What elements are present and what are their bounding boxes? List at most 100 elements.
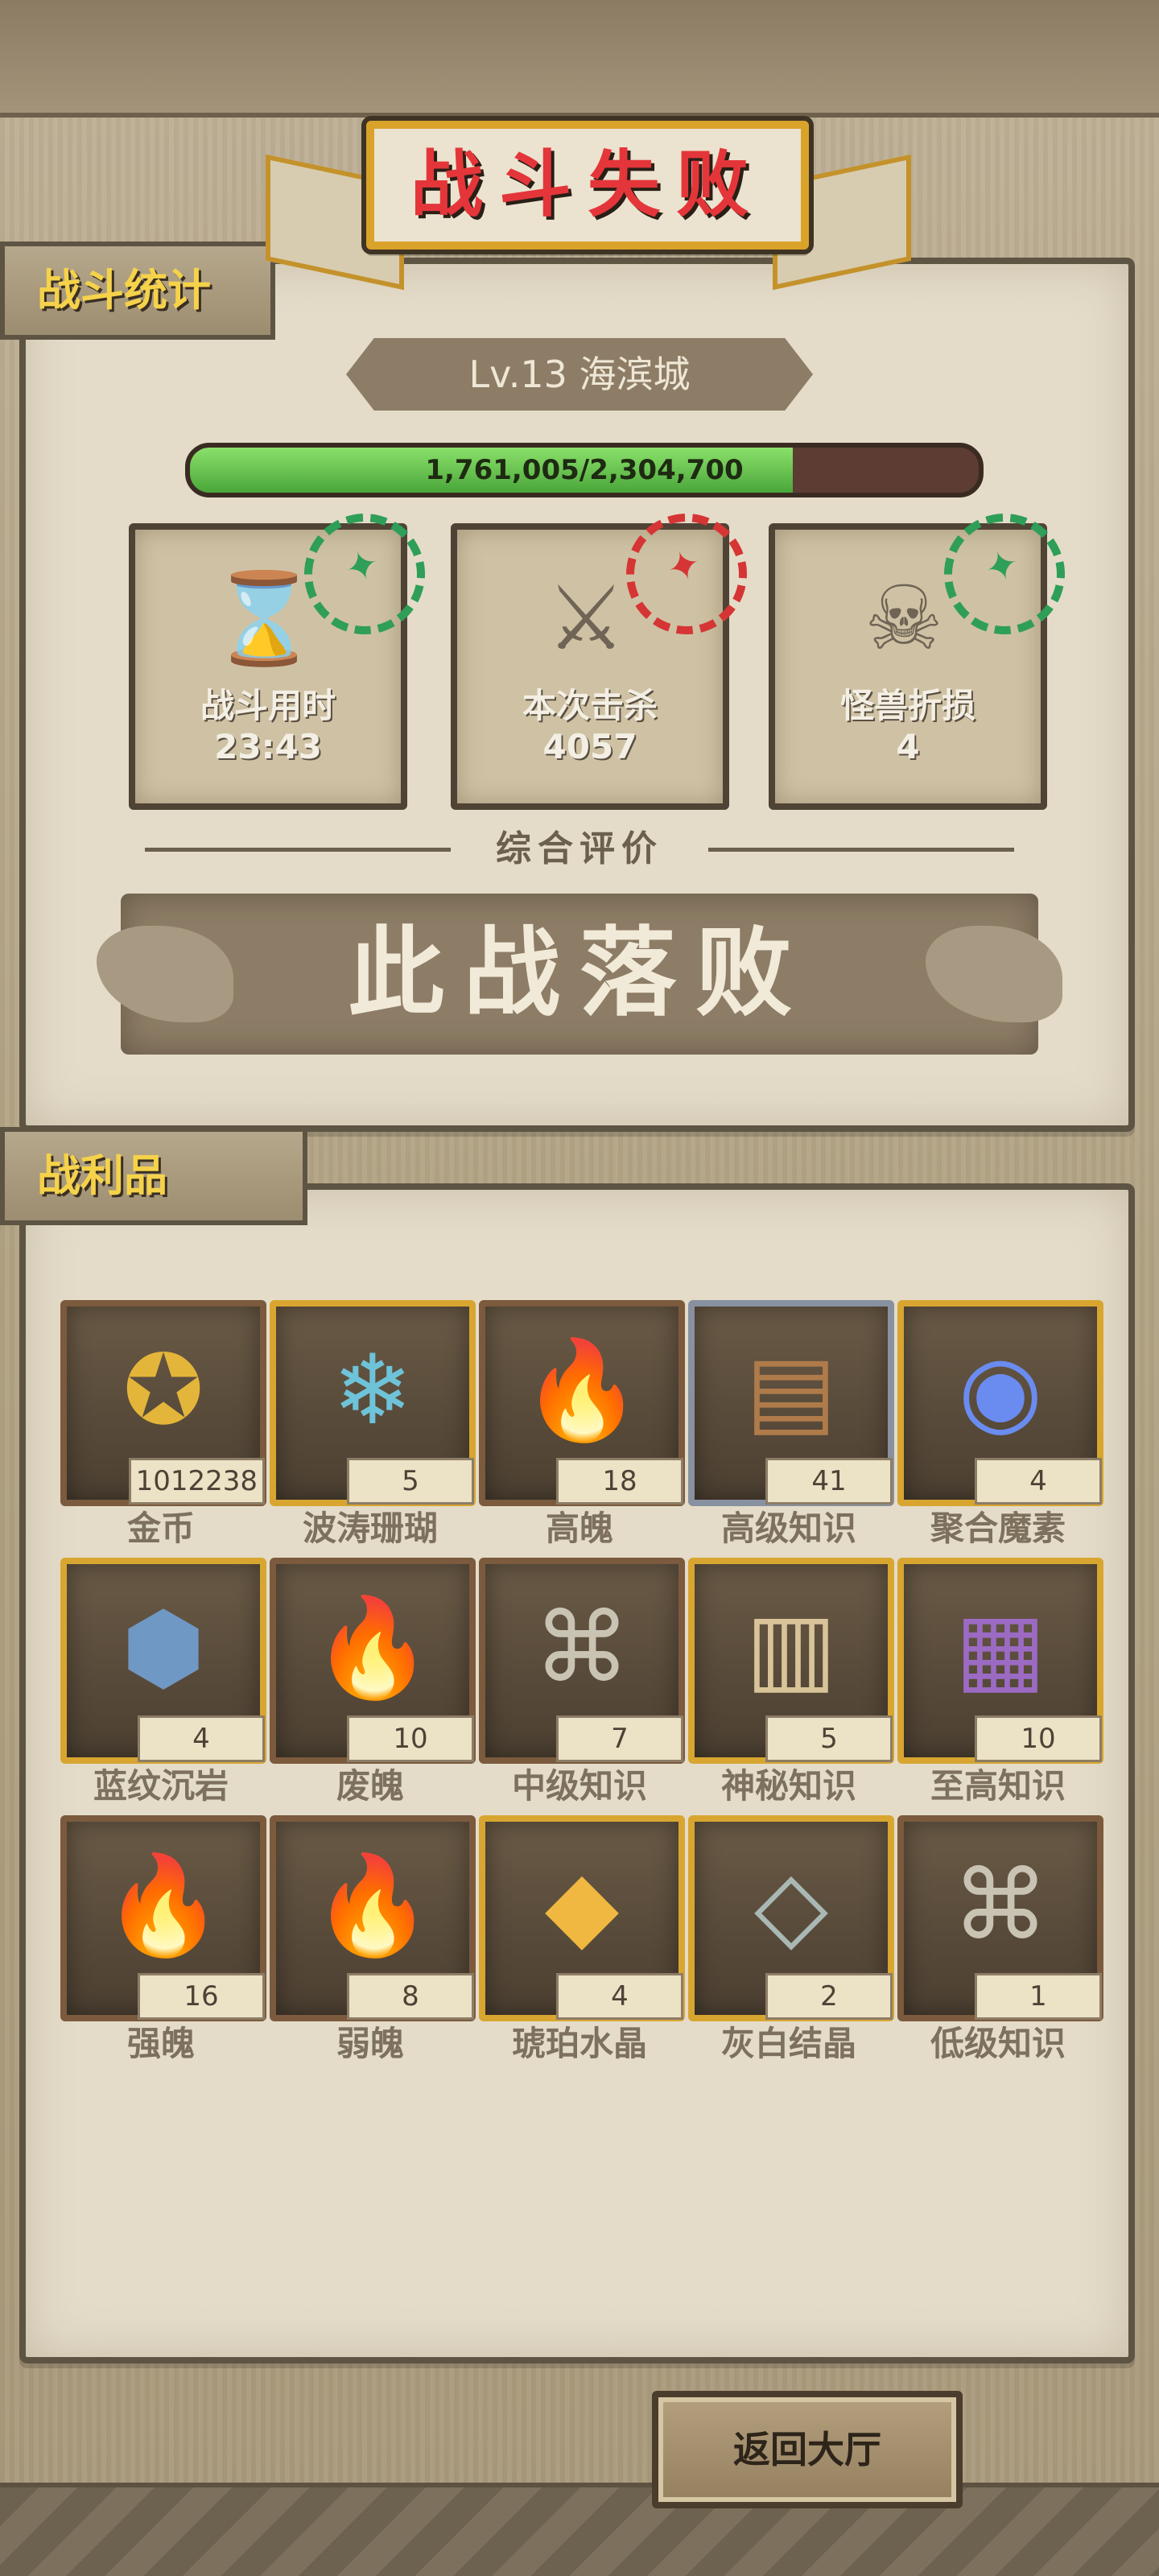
loot-item-name: 中级知识 [511, 1766, 647, 1806]
loot-item-count: 41 [765, 1458, 893, 1505]
amber-crystal-icon: ◆ [544, 1850, 620, 1962]
loot-item-count: 4 [138, 1715, 265, 1762]
loot-item[interactable]: ⬢ 4 蓝纹沉岩 [60, 1558, 266, 1807]
loot-item-frame: 🔥 10 [270, 1558, 476, 1764]
loot-item-name: 波涛珊瑚 [302, 1509, 438, 1548]
loot-item[interactable]: 🔥 16 强魄 [60, 1815, 266, 2065]
loot-item-frame: ✪ 1012238 [60, 1300, 266, 1506]
hp-progress-bar: 1,761,005/2,304,700 [185, 443, 984, 497]
loot-item-name: 聚合魔素 [930, 1509, 1066, 1548]
stat-value: 23:43 [214, 727, 322, 766]
loot-item[interactable]: 🔥 10 废魄 [270, 1558, 476, 1807]
flame-icon: 🔥 [522, 1335, 642, 1447]
loot-item[interactable]: ◆ 4 琥珀水晶 [479, 1815, 685, 2065]
loot-item[interactable]: 🔥 8 弱魄 [270, 1815, 476, 2065]
loot-item-name: 废魄 [336, 1766, 404, 1806]
loot-item-name: 弱魄 [336, 2024, 404, 2063]
loot-item[interactable]: ▦ 10 至高知识 [897, 1558, 1103, 1807]
loot-item-frame: ⬢ 4 [60, 1558, 266, 1764]
loot-item[interactable]: ▥ 5 神秘知识 [688, 1558, 894, 1807]
loot-item[interactable]: 🔥 18 高魄 [479, 1300, 685, 1550]
level-location-banner: Lv.13 海滨城 [346, 338, 813, 411]
loot-item-name: 高级知识 [720, 1509, 856, 1548]
loot-item-frame: ▦ 10 [897, 1558, 1103, 1764]
coral-icon: ❄ [332, 1335, 414, 1447]
scroll-icon: ⌘ [534, 1592, 630, 1704]
loot-item-count: 2 [765, 1973, 893, 2020]
flame-icon: 🔥 [103, 1850, 224, 1962]
loot-item-name: 蓝纹沉岩 [93, 1766, 229, 1806]
stat-label: 战斗用时 [200, 686, 336, 725]
loot-item-frame: ⌘ 1 [897, 1815, 1103, 2021]
loot-item-count: 1012238 [128, 1458, 265, 1505]
flame-icon: 🔥 [312, 1850, 433, 1962]
loot-item-count: 16 [138, 1973, 265, 2020]
loot-item-name: 琥珀水晶 [511, 2024, 647, 2063]
skull-icon: ☠ [864, 567, 944, 670]
hourglass-icon: ⌛ [208, 567, 320, 670]
stat-value: 4 [896, 727, 920, 766]
stat-value: 4057 [542, 727, 637, 766]
top-border [0, 0, 1159, 118]
stat-card-monster-loss: ☠ ✦ 怪兽折损 4 [769, 497, 1081, 810]
tablet-icon: ▥ [745, 1592, 837, 1704]
loot-item[interactable]: ◇ 2 灰白结晶 [688, 1815, 894, 2065]
crossed-swords-icon: ⚔ [546, 567, 626, 670]
stat-label: 怪兽折损 [839, 686, 975, 725]
verdict-banner: 此战落败 [97, 894, 1062, 1055]
loot-item-count: 10 [347, 1715, 474, 1762]
stat-card-battle-time: ⌛ ✦ 战斗用时 23:43 [129, 497, 441, 810]
rating-label: 综合评价 [496, 828, 663, 869]
loot-item-name: 至高知识 [930, 1766, 1066, 1806]
loot-item-count: 4 [975, 1458, 1102, 1505]
loot-item[interactable]: ◉ 4 聚合魔素 [897, 1300, 1103, 1550]
loot-item-frame: ◇ 2 [688, 1815, 894, 2021]
loot-item[interactable]: ⌘ 7 中级知识 [479, 1558, 685, 1807]
loot-item-count: 4 [556, 1973, 683, 2020]
loot-item-count: 1 [975, 1973, 1102, 2020]
loot-item-count: 5 [347, 1458, 474, 1505]
blue-rock-icon: ⬢ [121, 1592, 206, 1704]
loot-item-frame: ▥ 5 [688, 1558, 894, 1764]
loot-item[interactable]: ⌘ 1 低级知识 [897, 1815, 1103, 2065]
rating-header: 综合评价 [145, 821, 1014, 877]
stat-card-kills: ⚔ ✦ 本次击杀 4057 [451, 497, 763, 810]
book-icon: ▤ [745, 1335, 837, 1447]
gold-coin-icon: ✪ [122, 1335, 204, 1447]
magic-orb-icon: ◉ [958, 1335, 1043, 1447]
loot-item-name: 强魄 [126, 2024, 195, 2063]
loot-item-frame: ▤ 41 [688, 1300, 894, 1506]
loot-item-name: 金币 [126, 1509, 195, 1548]
loot-item-name: 神秘知识 [720, 1766, 856, 1806]
loot-item-frame: ◆ 4 [479, 1815, 685, 2021]
scroll-icon: ⌘ [952, 1850, 1049, 1962]
loot-item-frame: ❄ 5 [270, 1300, 476, 1506]
verdict-text: 此战落败 [348, 918, 811, 1030]
loot-item-name: 灰白结晶 [720, 2024, 856, 2063]
tome-icon: ▦ [955, 1592, 1046, 1704]
loot-item[interactable]: ❄ 5 波涛珊瑚 [270, 1300, 476, 1550]
flame-icon: 🔥 [312, 1592, 433, 1704]
loot-item-count: 5 [765, 1715, 893, 1762]
loot-item[interactable]: ✪ 1012238 金币 [60, 1300, 266, 1550]
loot-item-frame: 🔥 16 [60, 1815, 266, 2021]
loot-item-name: 低级知识 [930, 2024, 1066, 2063]
loot-item-count: 7 [556, 1715, 683, 1762]
stat-label: 本次击杀 [522, 686, 658, 725]
loot-item[interactable]: ▤ 41 高级知识 [688, 1300, 894, 1550]
loot-item-count: 18 [556, 1458, 683, 1505]
loot-item-count: 8 [347, 1973, 474, 2020]
loot-item-count: 10 [975, 1715, 1102, 1762]
loot-tag: 战利品 [0, 1127, 307, 1225]
return-lobby-button[interactable]: 返回大厅 [652, 2391, 963, 2508]
loot-item-frame: 🔥 8 [270, 1815, 476, 2021]
battle-stats-tag: 战斗统计 [0, 242, 275, 340]
loot-item-frame: 🔥 18 [479, 1300, 685, 1506]
bottom-border [0, 2483, 1159, 2576]
loot-item-frame: ◉ 4 [897, 1300, 1103, 1506]
battle-result-title: 战斗失败 [366, 121, 809, 250]
hp-progress-text: 1,761,005/2,304,700 [425, 454, 744, 486]
loot-item-frame: ⌘ 7 [479, 1558, 685, 1764]
grey-crystal-icon: ◇ [753, 1850, 829, 1962]
loot-item-name: 高魄 [545, 1509, 613, 1548]
